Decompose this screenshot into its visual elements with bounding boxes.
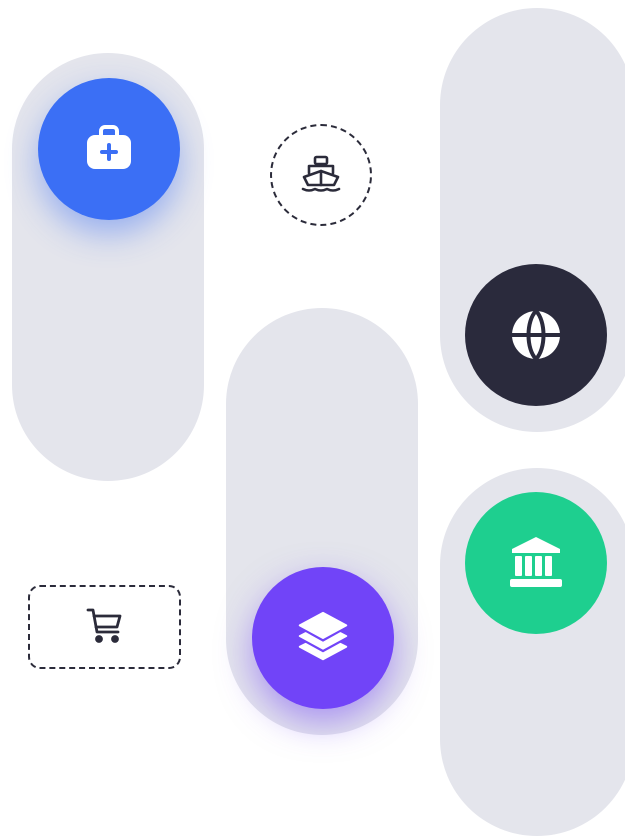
globe-icon	[504, 303, 568, 367]
bank-icon	[504, 531, 568, 595]
layers-badge	[252, 567, 394, 709]
ship-badge	[270, 124, 372, 226]
layers-icon	[292, 607, 354, 669]
medical-kit-icon	[77, 117, 141, 181]
medical-kit-badge	[38, 78, 180, 220]
ship-icon	[299, 151, 343, 199]
globe-badge	[465, 264, 607, 406]
shopping-cart-icon	[84, 604, 126, 650]
bank-badge	[465, 492, 607, 634]
cart-badge	[28, 585, 181, 669]
